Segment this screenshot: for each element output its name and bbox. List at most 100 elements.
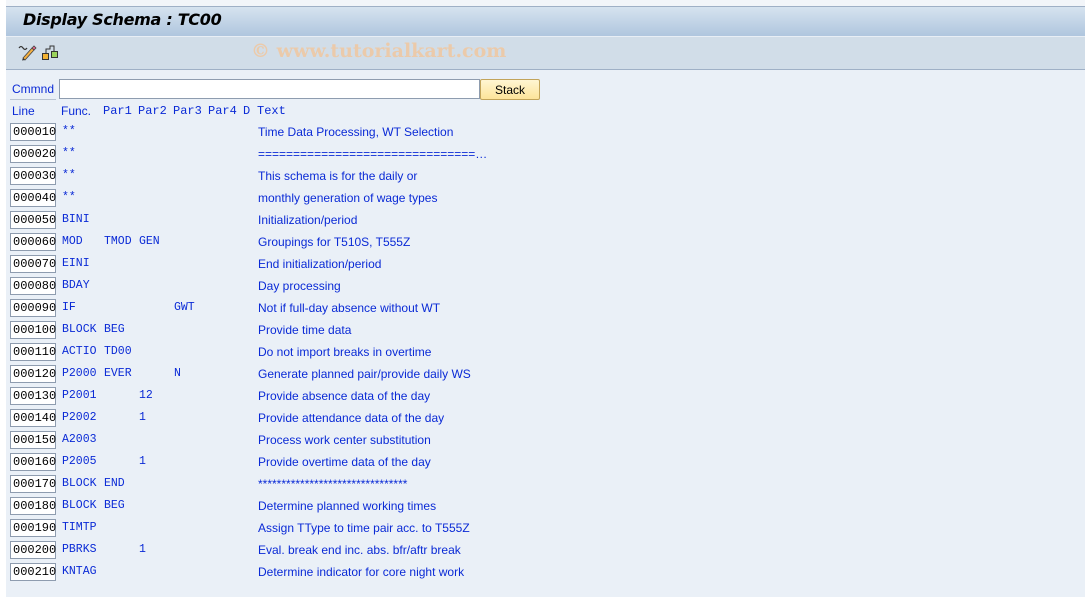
func-cell: IF: [62, 301, 76, 314]
line-number-field[interactable]: 000110: [10, 343, 56, 361]
page-title: Display Schema : TC00: [23, 10, 222, 29]
column-header-line: Line: [12, 104, 35, 118]
func-cell: BLOCK: [62, 499, 97, 512]
par1-cell: TMOD: [104, 235, 132, 248]
structure-hierarchy-icon[interactable]: [41, 43, 61, 61]
par2-cell: 1: [139, 455, 146, 468]
func-cell: BINI: [62, 213, 90, 226]
func-cell: **: [62, 147, 76, 160]
func-cell: BDAY: [62, 279, 90, 292]
table-row: 000050 BINI Initialization/period: [0, 210, 1085, 232]
line-number-field[interactable]: 000050: [10, 211, 56, 229]
line-number-field[interactable]: 000100: [10, 321, 56, 339]
func-cell: P2002: [62, 411, 97, 424]
table-row: 000110 ACTIO TD00 Do not import breaks in o…: [0, 342, 1085, 364]
display-change-icon[interactable]: [17, 43, 37, 61]
par2-cell: GEN: [139, 235, 160, 248]
table-row: 000160 P2005 1 Provide overtime data of the…: [0, 452, 1085, 474]
text-cell: Provide absence data of the day: [258, 389, 431, 403]
line-number-field[interactable]: 000040: [10, 189, 56, 207]
table-row: 000060 MOD TMOD GEN Groupings for T510S, T55…: [0, 232, 1085, 254]
line-number-field[interactable]: 000140: [10, 409, 56, 427]
watermark-text: © www.tutorialkart.com: [251, 40, 507, 62]
text-cell: Do not import breaks in overtime: [258, 345, 432, 359]
text-cell: ********************************: [258, 477, 408, 491]
func-cell: **: [62, 191, 76, 204]
window-top-strip: [6, 0, 1085, 7]
title-bar: Display Schema : TC00: [6, 7, 1085, 37]
text-cell: Determine indicator for core night work: [258, 565, 465, 579]
table-row: 000100 BLOCK BEG Provide time data: [0, 320, 1085, 342]
text-cell: Not if full-day absence without WT: [258, 301, 441, 315]
table-row: 000140 P2002 1 Provide attendance data of t…: [0, 408, 1085, 430]
table-row: 000170 BLOCK END **************************…: [0, 474, 1085, 496]
line-number-field[interactable]: 000120: [10, 365, 56, 383]
func-cell: BLOCK: [62, 323, 97, 336]
text-cell: End initialization/period: [258, 257, 382, 271]
par2-cell: 12: [139, 389, 153, 402]
par1-cell: BEG: [104, 323, 125, 336]
text-cell: Initialization/period: [258, 213, 358, 227]
func-cell: P2001: [62, 389, 97, 402]
text-cell: Provide overtime data of the day: [258, 455, 431, 469]
column-header-par4: Par4: [208, 104, 237, 118]
text-cell: This schema is for the daily or: [258, 169, 418, 183]
table-row: 000210 KNTAG Determine indicator for core …: [0, 562, 1085, 584]
command-label-underline: [10, 99, 56, 100]
table-row: 000090 IF GWT Not if full-day absence witho…: [0, 298, 1085, 320]
text-cell: Process work center substitution: [258, 433, 431, 447]
line-number-field[interactable]: 000130: [10, 387, 56, 405]
func-cell: A2003: [62, 433, 97, 446]
line-number-field[interactable]: 000060: [10, 233, 56, 251]
line-number-field[interactable]: 000160: [10, 453, 56, 471]
application-toolbar: © www.tutorialkart.com: [6, 37, 1085, 70]
column-header-d: D: [243, 104, 251, 118]
table-row: 000020 ** ===============================…: [0, 144, 1085, 166]
par1-cell: BEG: [104, 499, 125, 512]
text-cell: Assign TType to time pair acc. to T555Z: [258, 521, 470, 535]
func-cell: PBRKS: [62, 543, 97, 556]
line-number-field[interactable]: 000180: [10, 497, 56, 515]
stack-button[interactable]: Stack: [480, 79, 540, 100]
column-header-func: Func.: [61, 104, 92, 118]
line-number-field[interactable]: 000210: [10, 563, 56, 581]
line-number-field[interactable]: 000090: [10, 299, 56, 317]
line-number-field[interactable]: 000200: [10, 541, 56, 559]
command-label: Cmmnd: [12, 82, 55, 96]
line-number-field[interactable]: 000080: [10, 277, 56, 295]
func-cell: ACTIO: [62, 345, 97, 358]
text-cell: Generate planned pair/provide daily WS: [258, 367, 471, 381]
table-row: 000130 P2001 12 Provide absence data of the…: [0, 386, 1085, 408]
par2-cell: 1: [139, 411, 146, 424]
line-number-field[interactable]: 000170: [10, 475, 56, 493]
func-cell: TIMTP: [62, 521, 97, 534]
table-row: 000070 EINI End initialization/period: [0, 254, 1085, 276]
text-cell: Provide attendance data of the day: [258, 411, 445, 425]
par1-cell: EVER: [104, 367, 132, 380]
func-cell: **: [62, 169, 76, 182]
line-number-field[interactable]: 000070: [10, 255, 56, 273]
command-input[interactable]: [59, 79, 480, 99]
column-header-par2: Par2: [138, 104, 167, 118]
table-row: 000120 P2000 EVER N Generate planned pair/pr…: [0, 364, 1085, 386]
table-row: 000040 ** monthly generation of wage types: [0, 188, 1085, 210]
table-row: 000030 ** This schema is for the daily or: [0, 166, 1085, 188]
line-number-field[interactable]: 000150: [10, 431, 56, 449]
func-cell: **: [62, 125, 76, 138]
func-cell: KNTAG: [62, 565, 97, 578]
line-number-field[interactable]: 000030: [10, 167, 56, 185]
table-row: 000200 PBRKS 1 Eval. break end inc. abs. bf…: [0, 540, 1085, 562]
line-number-field[interactable]: 000010: [10, 123, 56, 141]
par1-cell: END: [104, 477, 125, 490]
func-cell: MOD: [62, 235, 83, 248]
par3-cell: N: [174, 367, 181, 380]
line-number-field[interactable]: 000190: [10, 519, 56, 537]
text-cell: Time Data Processing, WT Selection: [258, 125, 454, 139]
table-row: 000180 BLOCK BEG Determine planned working …: [0, 496, 1085, 518]
line-number-field[interactable]: 000020: [10, 145, 56, 163]
func-cell: P2000: [62, 367, 97, 380]
text-cell: Eval. break end inc. abs. bfr/aftr break: [258, 543, 461, 557]
table-row: 000190 TIMTP Assign TType to time pair acc…: [0, 518, 1085, 540]
text-cell: Day processing: [258, 279, 341, 293]
column-header-par3: Par3: [173, 104, 202, 118]
